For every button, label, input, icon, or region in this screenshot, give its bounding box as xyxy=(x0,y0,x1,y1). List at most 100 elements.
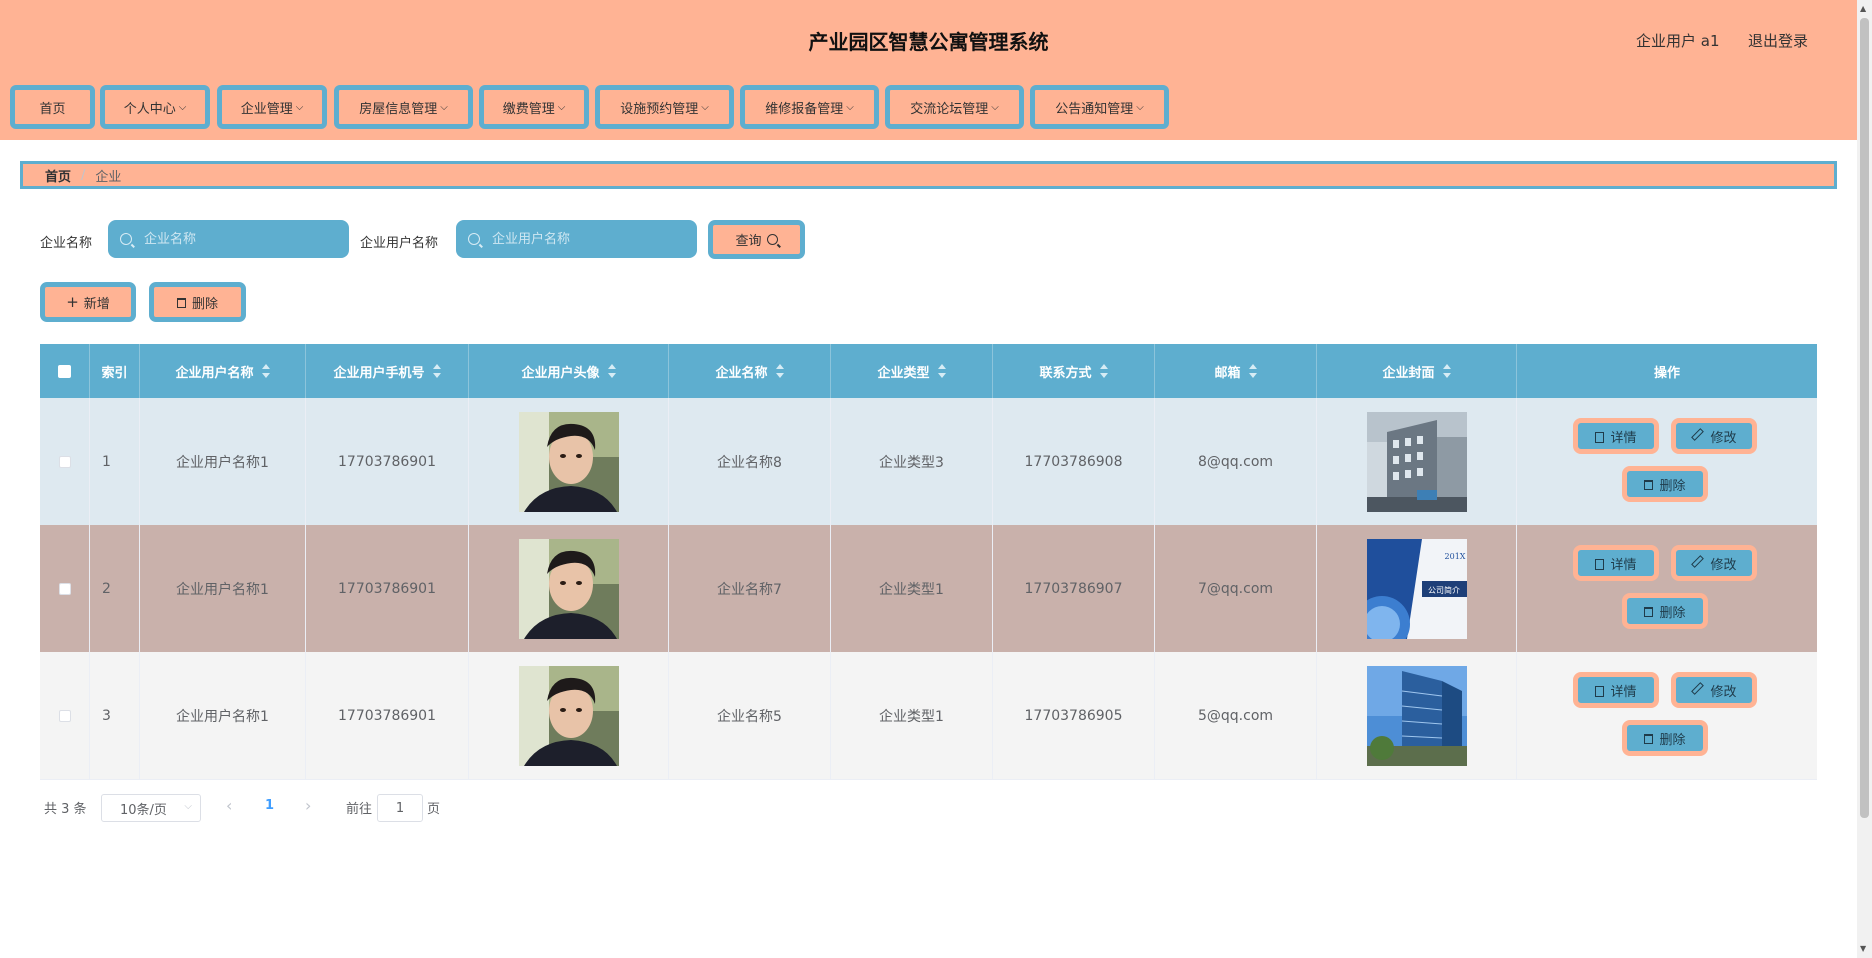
page-suffix-label: 页 xyxy=(427,802,441,817)
edit-icon xyxy=(1691,427,1705,441)
company-name-label: 企业名称 xyxy=(40,236,93,251)
chevron-down-icon: ⌵ xyxy=(178,101,187,113)
cell-phone: 17703786901 xyxy=(306,525,469,652)
chevron-down-icon: ⌵ xyxy=(991,101,999,113)
cell-phone: 17703786901 xyxy=(306,652,469,779)
company-name-search-field[interactable] xyxy=(108,220,349,258)
header-company-type[interactable]: 企业类型 xyxy=(831,344,993,398)
chevron-down-icon: ⌵ xyxy=(295,101,304,113)
sort-icon[interactable] xyxy=(937,364,946,378)
menu-item-company-management[interactable]: 企业管理 ⌵ xyxy=(217,85,327,129)
current-page-number[interactable]: 1 xyxy=(265,798,274,813)
header-company-name[interactable]: 企业名称 xyxy=(669,344,831,398)
detail-button[interactable]: 详情 xyxy=(1573,418,1659,454)
add-button[interactable]: + 新增 xyxy=(40,282,136,322)
sort-icon[interactable] xyxy=(432,364,441,378)
menu-item-home[interactable]: 首页 xyxy=(10,85,95,129)
table-row: 2 企业用户名称1 17703786901 企业名称7 企业类型1 177037… xyxy=(40,525,1817,653)
menu-item-house-info[interactable]: 房屋信息管理 ⌵ xyxy=(334,85,473,129)
scroll-down-icon[interactable]: ▼ xyxy=(1860,944,1866,953)
plus-icon: + xyxy=(66,293,79,311)
row-checkbox[interactable] xyxy=(58,455,71,468)
logout-link[interactable]: 退出登录 xyxy=(1748,30,1808,51)
top-header: 产业园区智慧公寓管理系统 企业用户 a1 退出登录 xyxy=(0,0,1857,80)
company-user-name-search-field[interactable] xyxy=(456,220,697,258)
menu-item-payment[interactable]: 缴费管理 ⌵ xyxy=(479,85,589,129)
breadcrumb-home[interactable]: 首页 xyxy=(45,166,71,185)
menu-item-personal-center[interactable]: 个人中心 ⌵ xyxy=(100,85,210,129)
row-checkbox[interactable] xyxy=(58,709,71,722)
header-phone[interactable]: 企业用户手机号 xyxy=(306,344,469,398)
menu-item-announcement[interactable]: 公告通知管理 ⌵ xyxy=(1030,85,1169,129)
delete-button[interactable]: 删除 xyxy=(1622,720,1708,756)
search-icon xyxy=(766,234,778,245)
document-icon xyxy=(1595,558,1605,570)
user-avatar-image xyxy=(518,411,619,512)
scroll-up-icon[interactable]: ▲ xyxy=(1860,4,1866,13)
edit-icon xyxy=(1691,554,1705,568)
header-select-all[interactable] xyxy=(40,344,90,398)
detail-button[interactable]: 详情 xyxy=(1573,672,1659,708)
table-row: 3 企业用户名称1 17703786901 企业名称5 企业类型1 177037… xyxy=(40,652,1817,780)
goto-page-input[interactable] xyxy=(377,794,423,822)
delete-button[interactable]: 删除 xyxy=(1622,466,1708,502)
menu-item-forum[interactable]: 交流论坛管理 ⌵ xyxy=(885,85,1024,129)
cell-contact: 17703786907 xyxy=(993,525,1155,652)
menu-item-facility-booking[interactable]: 设施预约管理 ⌵ xyxy=(595,85,734,129)
sort-icon[interactable] xyxy=(1099,364,1108,378)
company-cover-image: 公司简介 201X xyxy=(1366,538,1467,639)
header-contact[interactable]: 联系方式 xyxy=(993,344,1155,398)
sort-icon[interactable] xyxy=(261,364,270,378)
cell-company-name: 企业名称8 xyxy=(669,398,831,525)
cell-company-type: 企业类型1 xyxy=(831,525,993,652)
sort-icon[interactable] xyxy=(607,364,616,378)
page-size-select[interactable]: 10条/页 ⌵ xyxy=(101,794,201,822)
sort-icon[interactable] xyxy=(775,364,784,378)
app-title: 产业园区智慧公寓管理系统 xyxy=(808,30,1049,54)
company-cover-image xyxy=(1366,665,1467,766)
sort-icon[interactable] xyxy=(1442,364,1451,378)
cell-company-type: 企业类型3 xyxy=(831,398,993,525)
edit-button[interactable]: 修改 xyxy=(1671,672,1757,708)
scrollbar-thumb[interactable] xyxy=(1860,18,1869,818)
sort-icon[interactable] xyxy=(1248,364,1257,378)
batch-delete-button[interactable]: 删除 xyxy=(149,282,246,322)
delete-button[interactable]: 删除 xyxy=(1622,593,1708,629)
cell-email: 5@qq.com xyxy=(1155,652,1317,779)
cell-company-name: 企业名称5 xyxy=(669,652,831,779)
edit-button[interactable]: 修改 xyxy=(1671,418,1757,454)
user-avatar-image xyxy=(518,665,619,766)
chevron-down-icon: ⌵ xyxy=(846,101,854,113)
current-user-label: 企业用户 a1 xyxy=(1636,32,1720,50)
header-operations: 操作 xyxy=(1653,365,1680,381)
chevron-down-icon: ⌵ xyxy=(1136,101,1144,113)
company-user-name-label: 企业用户名称 xyxy=(360,236,439,251)
breadcrumb-current: 企业 xyxy=(95,169,122,185)
next-page-button[interactable]: › xyxy=(305,796,311,815)
cell-company-type: 企业类型1 xyxy=(831,652,993,779)
header-cover[interactable]: 企业封面 xyxy=(1317,344,1517,398)
header-email[interactable]: 邮箱 xyxy=(1155,344,1317,398)
detail-button[interactable]: 详情 xyxy=(1573,545,1659,581)
header-avatar[interactable]: 企业用户头像 xyxy=(469,344,669,398)
cell-company-name: 企业名称7 xyxy=(669,525,831,652)
trash-icon xyxy=(176,298,186,308)
header-user-name[interactable]: 企业用户名称 xyxy=(140,344,306,398)
edit-button[interactable]: 修改 xyxy=(1671,545,1757,581)
query-button[interactable]: 查询 xyxy=(708,220,805,259)
prev-page-button[interactable]: ‹ xyxy=(226,796,232,815)
chevron-down-icon: ⌵ xyxy=(440,101,448,113)
company-cover-image xyxy=(1366,411,1467,512)
company-user-name-input[interactable] xyxy=(490,230,654,248)
cell-index: 3 xyxy=(90,652,140,779)
pagination-total: 共 3 条 xyxy=(44,802,87,817)
row-checkbox[interactable] xyxy=(58,582,71,595)
cell-email: 8@qq.com xyxy=(1155,398,1317,525)
cell-user-name: 企业用户名称1 xyxy=(140,652,306,779)
select-all-checkbox[interactable] xyxy=(58,364,71,378)
document-icon xyxy=(1595,685,1605,697)
company-name-input[interactable] xyxy=(142,230,306,248)
menu-item-repair-report[interactable]: 维修报备管理 ⌵ xyxy=(740,85,879,129)
cell-index: 1 xyxy=(90,398,140,525)
search-icon xyxy=(120,233,132,245)
